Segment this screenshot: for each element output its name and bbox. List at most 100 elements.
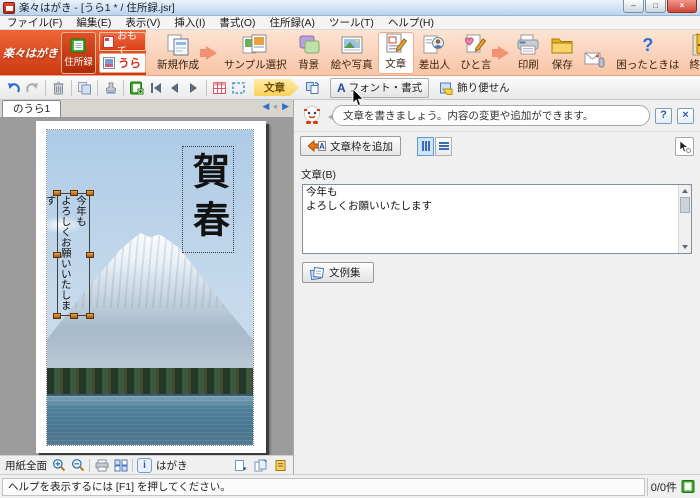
greeting-message-text: 今年も よろしくお願いいたします <box>44 195 87 311</box>
panel-help-button[interactable]: ? <box>655 107 672 124</box>
paper-info-button[interactable]: i <box>137 457 152 473</box>
postcard-canvas[interactable]: 賀春 今年も よろしくお願いいたします <box>0 118 293 455</box>
print-preview-button[interactable] <box>94 458 109 473</box>
menu-tools[interactable]: ツール(T) <box>322 15 381 30</box>
scroll-down-icon[interactable] <box>679 241 691 253</box>
panel-close-button[interactable]: × <box>677 107 694 124</box>
vertical-text-toggle[interactable] <box>417 136 434 156</box>
sample-select-icon <box>242 33 268 57</box>
one-word-icon <box>464 33 488 57</box>
save-button[interactable]: 保存 <box>545 32 579 74</box>
resize-handle[interactable] <box>53 251 61 258</box>
undo-button[interactable] <box>4 78 23 97</box>
exit-button[interactable]: 終了 <box>684 32 700 74</box>
text-content-box: 今年も よろしくお願いいたします <box>302 184 692 254</box>
mail-button[interactable] <box>579 32 611 74</box>
picture-photo-button[interactable]: 絵や写真 <box>326 32 378 74</box>
back-side-button[interactable]: うら <box>99 53 146 73</box>
resize-handle[interactable] <box>86 251 94 258</box>
mouse-cursor <box>352 89 364 107</box>
font-format-button[interactable]: A フォント・書式 <box>330 77 430 98</box>
menu-file[interactable]: ファイル(F) <box>0 15 69 30</box>
resize-handle[interactable] <box>86 190 94 196</box>
resize-handle[interactable] <box>53 190 61 196</box>
addressbook-status-icon <box>681 480 695 493</box>
scroll-up-icon[interactable] <box>679 185 691 197</box>
horizontal-text-toggle[interactable] <box>435 136 452 156</box>
help-button[interactable]: ? 困ったときは <box>611 32 684 74</box>
select-frame-button[interactable] <box>229 78 248 97</box>
front-side-button[interactable]: おもて <box>99 31 146 57</box>
delete-trash-button[interactable] <box>49 78 68 97</box>
exit-door-icon <box>690 32 700 57</box>
resize-handle[interactable] <box>86 313 94 319</box>
forest-band <box>47 368 253 396</box>
brand-logo: 楽々はがき <box>3 47 58 60</box>
zoom-out-button[interactable] <box>70 458 85 473</box>
one-word-button[interactable]: ひと言 <box>455 32 496 74</box>
sender-icon <box>422 33 446 57</box>
resize-handle[interactable] <box>53 313 61 319</box>
maximize-button[interactable]: □ <box>645 0 666 13</box>
text-content-textarea[interactable]: 今年も よろしくお願いいたします <box>303 185 678 253</box>
page-tab[interactable]: のうら1 <box>2 100 62 117</box>
toolbar-actions: 新規作成 サンプル選択 背景 絵や写真 文章 差出人 ひと言 印刷 保存 ? 困… <box>146 30 700 75</box>
text-tool-icon <box>384 32 408 56</box>
zoom-in-button[interactable] <box>51 458 66 473</box>
front-page-icon <box>103 35 114 48</box>
decoration-stationery-button[interactable]: 飾り便せん <box>435 78 514 98</box>
textarea-scrollbar[interactable] <box>678 185 691 253</box>
postcard-page[interactable]: 賀春 今年も よろしくお願いいたします <box>36 121 266 453</box>
grid-view-button[interactable] <box>113 458 128 473</box>
switch-view-button[interactable] <box>303 78 322 97</box>
menu-addressbook[interactable]: 住所録(A) <box>263 15 323 30</box>
tab-prev-icon[interactable]: ◀ <box>262 102 269 111</box>
menu-edit[interactable]: 編集(E) <box>69 15 118 30</box>
nav-next-button[interactable] <box>184 78 203 97</box>
svg-text:A: A <box>319 142 325 151</box>
close-button[interactable]: × <box>667 0 697 13</box>
status-bar: ヘルプを表示するには [F1] を押してください。 0/0件 <box>0 474 700 498</box>
window-title: 楽々はがき - [うら1 * / 住所録.jsr] <box>19 2 175 14</box>
sample-select-button[interactable]: サンプル選択 <box>219 32 292 74</box>
add-text-frame-icon: A <box>308 139 326 153</box>
duplicate-page-button[interactable] <box>253 458 268 473</box>
copy-frame-button[interactable] <box>75 78 94 97</box>
delete-page-button[interactable] <box>273 458 288 473</box>
addressbook-small-icon[interactable] <box>127 78 146 97</box>
field-table-button[interactable] <box>210 78 229 97</box>
preview-pane: のうら1 ◀ ● ▶ 賀春 今年も よろしくお願いいたします 用紙全面 i はが… <box>0 100 294 474</box>
text-tool-button[interactable]: 文章 <box>377 31 414 74</box>
selected-text-frame[interactable]: 今年も よろしくお願いいたします <box>45 190 94 319</box>
add-text-frame-button[interactable]: A 文章枠を追加 <box>300 136 401 156</box>
zoom-mode-label[interactable]: 用紙全面 <box>5 458 47 473</box>
menu-insert[interactable]: 挿入(I) <box>167 15 212 30</box>
example-phrases-button[interactable]: 文例集 <box>302 262 374 283</box>
resize-handle[interactable] <box>69 190 78 196</box>
redo-button[interactable] <box>23 78 42 97</box>
background-button[interactable]: 背景 <box>292 32 326 74</box>
app-window: 楽々はがき - [うら1 * / 住所録.jsr] – □ × ファイル(F) … <box>0 0 700 498</box>
nav-first-button[interactable] <box>146 78 165 97</box>
menu-format[interactable]: 書式(O) <box>212 15 262 30</box>
nav-prev-button[interactable] <box>165 78 184 97</box>
address-book-button[interactable]: 住所録 <box>61 31 96 74</box>
status-help-text: ヘルプを表示するには [F1] を押してください。 <box>2 477 645 496</box>
menu-help[interactable]: ヘルプ(H) <box>381 15 441 30</box>
tab-next-icon[interactable]: ▶ <box>282 102 289 111</box>
print-button[interactable]: 印刷 <box>511 32 545 74</box>
scrollbar-thumb[interactable] <box>680 197 690 213</box>
add-page-button[interactable] <box>233 458 248 473</box>
mist-layer <box>47 328 253 372</box>
new-document-button[interactable]: 新規作成 <box>152 32 204 74</box>
resize-handle[interactable] <box>69 313 78 319</box>
text-edit-panel: 文章を書きましょう。内容の変更や追加ができます。 ? × A 文章枠を追加 文章… <box>294 100 700 474</box>
sender-button[interactable]: 差出人 <box>414 32 456 74</box>
minimize-button[interactable]: – <box>623 0 644 13</box>
stamp-button[interactable] <box>101 78 120 97</box>
pointer-mode-button[interactable] <box>675 136 694 156</box>
new-document-icon <box>166 33 190 57</box>
title-bar: 楽々はがき - [うら1 * / 住所録.jsr] – □ × <box>0 0 700 16</box>
tab-indicator-icon: ● <box>273 101 279 111</box>
greeting-title-frame[interactable]: 賀春 <box>182 146 234 253</box>
